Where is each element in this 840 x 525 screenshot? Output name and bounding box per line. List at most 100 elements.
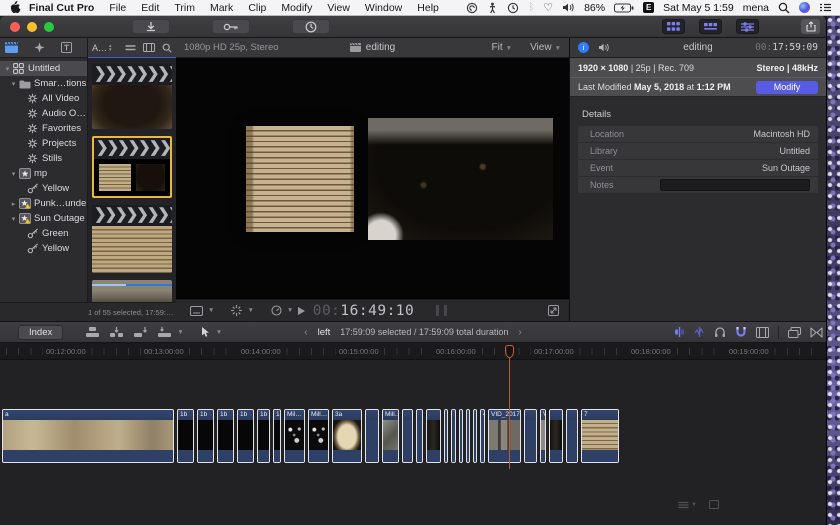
timeline-clip[interactable]: 1b (177, 409, 194, 463)
bluetooth-status-icon[interactable]: ᛒ (528, 2, 534, 13)
timeline-clip[interactable]: 4 (480, 409, 485, 463)
timeline-clip[interactable]: 1b (197, 409, 214, 463)
skimming-toggle-icon[interactable] (674, 326, 685, 338)
photos-audio-tab-icon[interactable] (34, 42, 45, 53)
timeline-clip[interactable]: Mill… (308, 409, 329, 463)
libraries-tab-icon[interactable] (5, 42, 18, 53)
close-window-button[interactable] (10, 22, 20, 32)
menu-item[interactable]: Mark (210, 2, 233, 14)
heart-status-icon[interactable]: ♡ (543, 1, 553, 14)
project-name[interactable]: left (318, 327, 331, 338)
notes-input[interactable] (660, 179, 810, 191)
timeline-view-dropdown-icon[interactable]: ▼ (678, 501, 697, 509)
timeline-clip[interactable] (549, 409, 563, 463)
disclosure-triangle[interactable]: ▸ (9, 200, 18, 208)
timeline-clip[interactable]: Mil… (284, 409, 305, 463)
accessibility-status-icon[interactable] (487, 2, 498, 14)
timeline-clip[interactable] (402, 409, 413, 463)
disclosure-triangle[interactable]: ▾ (9, 170, 18, 178)
disclosure-triangle[interactable]: ▾ (3, 65, 12, 73)
menu-item[interactable]: Trim (174, 2, 195, 14)
timeline-clip[interactable] (566, 409, 578, 463)
timeline-clip[interactable] (444, 409, 448, 463)
menu-item[interactable]: Clip (248, 2, 266, 14)
snapping-toggle-icon[interactable] (735, 326, 747, 338)
timeline-zoom-icon[interactable] (709, 500, 719, 509)
background-tasks-button[interactable] (292, 19, 330, 34)
timeline-clip[interactable]: a (2, 409, 174, 463)
browser-sort-dropdown[interactable]: A… ▲▼ (92, 43, 112, 53)
timeline-clip[interactable]: V (540, 409, 546, 463)
clip-thumbnail-selected[interactable]: ❯❯❯❯❯❯❯❯ (92, 136, 172, 198)
clip-thumbnail[interactable] (92, 280, 172, 302)
share-button[interactable] (801, 19, 820, 34)
timeline-track-area[interactable]: a 1b 1b 1b (0, 360, 826, 525)
sidebar-item[interactable]: Yellow (0, 241, 87, 256)
history-back-button[interactable]: ‹ (304, 327, 307, 338)
timeline-clip[interactable] (365, 409, 379, 463)
menu-item[interactable]: File (109, 2, 126, 14)
spiral-status-icon[interactable] (466, 2, 478, 14)
timeline-clip[interactable]: 1b (257, 409, 270, 463)
sidebar-item[interactable]: Audio Only (0, 106, 87, 121)
menu-item[interactable]: Modify (281, 2, 312, 14)
apple-menu-icon[interactable] (10, 1, 21, 14)
clip-thumbnail[interactable]: ❯❯❯❯❯❯❯❯ (92, 205, 172, 273)
timeline-clip[interactable] (473, 409, 477, 463)
menu-item[interactable]: Help (417, 2, 439, 14)
filmstrip-view-icon[interactable] (143, 43, 155, 52)
timeline-clip[interactable]: 1b (217, 409, 234, 463)
timeline-clip[interactable]: 7 (581, 409, 619, 463)
clip-thumbnail[interactable]: ❯❯❯❯❯❯❯❯ (92, 64, 172, 129)
timeline-clip[interactable]: 1b (237, 409, 254, 463)
siri-icon[interactable] (799, 2, 810, 13)
playhead[interactable] (505, 345, 514, 469)
solo-toggle-icon[interactable] (714, 326, 726, 338)
timeline-clip[interactable]: Mill… (382, 409, 399, 463)
sidebar-item[interactable]: Projects (0, 136, 87, 151)
timeline-clip[interactable] (426, 409, 441, 463)
time-machine-status-icon[interactable] (507, 2, 519, 14)
sidebar-item[interactable]: Yellow (0, 181, 87, 196)
disclosure-triangle[interactable]: ▾ (9, 215, 18, 223)
user-menu[interactable]: mena (743, 2, 769, 14)
notification-center-icon[interactable] (819, 2, 832, 13)
zoom-window-button[interactable] (44, 22, 54, 32)
timeline-clip[interactable] (416, 409, 423, 463)
fullscreen-icon[interactable] (548, 305, 559, 316)
sidebar-item[interactable]: Favorites (0, 121, 87, 136)
menu-clock[interactable]: Sat May 5 1:59 (663, 2, 734, 14)
disclosure-triangle[interactable]: ▾ (9, 80, 18, 88)
menu-item[interactable]: Final Cut Pro (29, 2, 94, 14)
timeline-clip[interactable] (466, 409, 470, 463)
sidebar-item[interactable]: ▾ Untitled (0, 61, 87, 76)
sidebar-item[interactable]: ▾ Sun Outage (0, 211, 87, 226)
browser-search-icon[interactable] (162, 43, 172, 53)
audio-meters[interactable] (436, 305, 447, 316)
timeline-clip[interactable] (524, 409, 537, 463)
sidebar-item[interactable]: Green (0, 226, 87, 241)
titles-generators-tab-icon[interactable] (61, 42, 72, 53)
show-timeline-button[interactable] (699, 19, 722, 34)
window-titlebar[interactable] (0, 16, 826, 38)
sidebar-item[interactable]: ▸ Punk…unde (0, 196, 87, 211)
spotlight-search-icon[interactable] (778, 2, 790, 14)
timeline-clip[interactable]: 3a (332, 409, 362, 463)
menu-item[interactable]: Window (365, 2, 402, 14)
clip-appearance-icon[interactable] (125, 44, 136, 52)
minimize-window-button[interactable] (27, 22, 37, 32)
timeline-ruler[interactable]: 00:12:00:0000:13:00:0000:14:00:0000:15:0… (0, 343, 826, 360)
battery-icon[interactable] (614, 3, 634, 13)
sidebar-item[interactable]: Stills (0, 151, 87, 166)
transitions-browser-icon[interactable] (810, 327, 823, 338)
timeline-clip[interactable] (459, 409, 463, 463)
timeline-clip[interactable]: 1 (273, 409, 281, 463)
keywords-button[interactable] (212, 19, 250, 34)
menu-item[interactable]: View (327, 2, 350, 14)
volume-status-icon[interactable] (562, 2, 575, 13)
audio-skimming-toggle-icon[interactable] (694, 326, 705, 338)
sidebar-item[interactable]: ▾ mp (0, 166, 87, 181)
play-button[interactable] (298, 307, 305, 315)
modify-button[interactable]: Modify (756, 81, 818, 94)
sidebar-item[interactable]: ▾ Smar…tions (0, 76, 87, 91)
